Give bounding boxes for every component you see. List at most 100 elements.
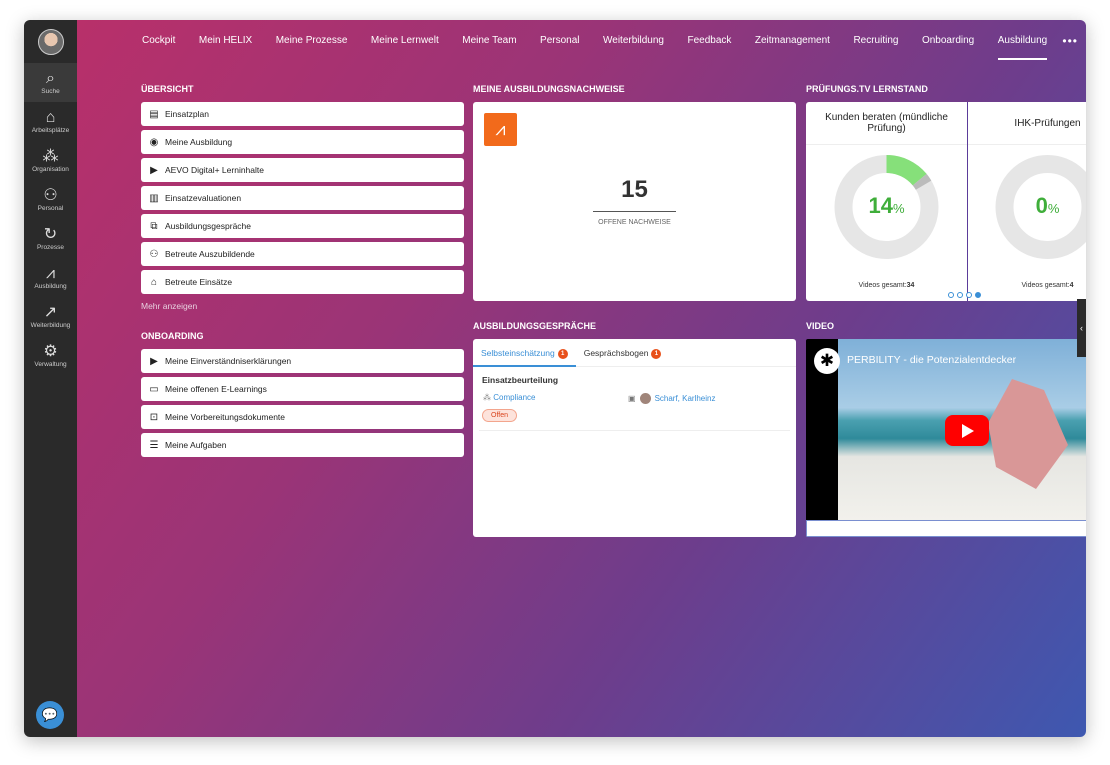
entry-person[interactable]: ▣ Scharf, Karlheinz bbox=[628, 393, 715, 404]
sidebar-item[interactable]: ⌕ Suche bbox=[24, 63, 77, 102]
list-item[interactable]: ◉ Meine Ausbildung bbox=[141, 130, 464, 154]
uebersicht-title: ÜBERSICHT bbox=[141, 84, 194, 94]
sidebar-icon: ⁂ bbox=[42, 148, 59, 165]
sidebar-item[interactable]: ⩘ Ausbildung bbox=[24, 258, 77, 297]
sidebar-icon: ⌕ bbox=[46, 70, 55, 87]
item-label: Betreute Einsätze bbox=[165, 277, 233, 287]
pager-dot[interactable] bbox=[966, 292, 972, 298]
nav-item[interactable]: Weiterbildung bbox=[603, 20, 664, 62]
list-item[interactable]: ⌂ Betreute Einsätze bbox=[141, 270, 464, 294]
org-link[interactable]: Compliance bbox=[493, 393, 535, 402]
pager-dot[interactable] bbox=[975, 292, 981, 298]
item-label: Meine Aufgaben bbox=[165, 440, 227, 450]
ausbildung-icon: ⩘ bbox=[484, 113, 517, 146]
item-label: Ausbildungsgespräche bbox=[165, 221, 252, 231]
play-button[interactable] bbox=[945, 415, 989, 446]
sidebar-icon: ⌂ bbox=[45, 109, 56, 126]
percent-value: 0% bbox=[1035, 193, 1060, 218]
lernstand-item[interactable]: Kunden beraten (mündliche Prüfung) 14% V… bbox=[806, 102, 967, 301]
nav-item[interactable]: Meine Team bbox=[462, 20, 516, 62]
sidebar-item[interactable]: ⚙ Verwaltung bbox=[24, 336, 77, 375]
item-label: Meine offenen E-Learnings bbox=[165, 384, 267, 394]
tab-selbsteinschaetzung[interactable]: Selbsteinschätzung 1 bbox=[473, 339, 576, 367]
item-icon: ☰ bbox=[149, 439, 159, 451]
sidebar-item[interactable]: ⌂ Arbeitsplätze bbox=[24, 102, 77, 141]
item-label: Betreute Auszubildende bbox=[165, 249, 255, 259]
item-label: Meine Vorbereitungsdokumente bbox=[165, 412, 286, 422]
nav-item[interactable]: Zeitmanagement bbox=[755, 20, 830, 62]
sidebar-label: Prozesse bbox=[36, 244, 65, 251]
entry-title: Einsatzbeurteilung bbox=[482, 375, 559, 385]
sidebar-icon: ⚙ bbox=[43, 343, 58, 360]
list-item[interactable]: ⧉ Ausbildungsgespräche bbox=[141, 214, 464, 238]
nachweise-count: 15 bbox=[621, 176, 648, 203]
sidebar-item[interactable]: ⁂ Organisation bbox=[24, 141, 77, 180]
list-item[interactable]: ▥ Einsatzevaluationen bbox=[141, 186, 464, 210]
sidebar-label: Weiterbildung bbox=[30, 322, 71, 329]
gespraeche-card: Selbsteinschätzung 1 Gesprächsbogen 1 Eins… bbox=[473, 339, 796, 537]
channel-logo[interactable]: ✱ bbox=[814, 348, 840, 374]
item-label: Meine Ausbildung bbox=[165, 137, 233, 147]
avatar[interactable] bbox=[37, 29, 64, 55]
more-menu-icon[interactable]: ••• bbox=[1062, 34, 1078, 48]
nav-item[interactable]: Ausbildung bbox=[997, 20, 1048, 62]
item-icon: ▥ bbox=[149, 192, 159, 204]
org-icon: ⁂ bbox=[483, 393, 491, 402]
nachweise-label: OFFENE NACHWEISE bbox=[598, 219, 671, 226]
sidebar-label: Ausbildung bbox=[34, 283, 67, 290]
chat-button[interactable]: 💬 bbox=[36, 701, 64, 729]
tab-label: Selbsteinschätzung bbox=[481, 347, 555, 358]
sidebar-icon: ↻ bbox=[43, 226, 58, 243]
nav-item[interactable]: Recruiting bbox=[853, 20, 898, 62]
nav-item[interactable]: Onboarding bbox=[922, 20, 974, 62]
list-item[interactable]: ▭ Meine offenen E-Learnings bbox=[141, 377, 464, 401]
onboarding-title: ONBOARDING bbox=[141, 331, 204, 341]
entry-org[interactable]: ⁂ Compliance bbox=[483, 393, 535, 402]
pager-dot[interactable] bbox=[957, 292, 963, 298]
nav-item[interactable]: Meine Prozesse bbox=[276, 20, 348, 62]
person-avatar bbox=[639, 393, 651, 404]
status-badge: Offen bbox=[482, 409, 517, 422]
mehr-anzeigen-link[interactable]: Mehr anzeigen bbox=[141, 301, 197, 311]
sidebar-label: Suche bbox=[41, 88, 60, 95]
list-item[interactable]: ⚇ Betreute Auszubildende bbox=[141, 242, 464, 266]
list-item[interactable]: ▤ Einsatzplan bbox=[141, 102, 464, 126]
pager-dot[interactable] bbox=[948, 292, 954, 298]
item-icon: ⧉ bbox=[150, 220, 158, 232]
list-item[interactable]: ▶ Meine Einverständniserklärungen bbox=[141, 349, 464, 373]
collapse-panel-chevron-icon[interactable]: ‹ bbox=[1077, 299, 1086, 357]
item-icon: ◉ bbox=[149, 136, 159, 148]
list-item[interactable]: ▶ AEVO Digital+ Lerninhalte bbox=[141, 158, 464, 182]
list-item[interactable]: ⊡ Meine Vorbereitungsdokumente bbox=[141, 405, 464, 429]
nav-item[interactable]: Mein HELIX bbox=[199, 20, 252, 62]
lernstand-item-title: Kunden beraten (mündliche Prüfung) bbox=[806, 102, 967, 145]
item-icon: ▶ bbox=[150, 164, 158, 176]
nachweise-title: MEINE AUSBILDUNGSNACHWEISE bbox=[473, 84, 625, 94]
sidebar-item[interactable]: ⚇ Personal bbox=[24, 180, 77, 219]
nav-item[interactable]: Personal bbox=[540, 20, 579, 62]
video-player[interactable]: ✱ PERBILITY - die Potenzialentdecker ⋮ bbox=[806, 339, 1086, 537]
nav-item[interactable]: Meine Lernwelt bbox=[371, 20, 439, 62]
list-item[interactable]: ☰ Meine Aufgaben bbox=[141, 433, 464, 457]
sidebar-label: Verwaltung bbox=[34, 361, 67, 368]
nav-item[interactable]: Cockpit bbox=[142, 20, 175, 62]
lernstand-card: Kunden beraten (mündliche Prüfung) 14% V… bbox=[806, 102, 1086, 301]
tab-gespraechsbogen[interactable]: Gesprächsbogen 1 bbox=[576, 339, 670, 367]
sidebar-label: Organisation bbox=[32, 166, 69, 173]
sidebar-label: Arbeitsplätze bbox=[31, 127, 70, 134]
nav-item[interactable]: Feedback bbox=[687, 20, 731, 62]
sidebar-item[interactable]: ↻ Prozesse bbox=[24, 219, 77, 258]
gespraeche-title: AUSBILDUNGSGESPRÄCHE bbox=[473, 321, 597, 331]
item-label: Einsatzplan bbox=[165, 109, 209, 119]
sidebar-item[interactable]: ↗ Weiterbildung bbox=[24, 297, 77, 336]
video-title-text: PERBILITY - die Potenzialentdecker bbox=[847, 354, 1017, 366]
item-icon: ⌂ bbox=[150, 276, 158, 288]
lernstand-item[interactable]: IHK-Prüfungen 0% Videos gesamt:4 bbox=[967, 102, 1086, 301]
item-icon: ▤ bbox=[149, 108, 159, 120]
sidebar: ⌕ Suche ⌂ Arbeitsplätze ⁂ Organisation ⚇ Person… bbox=[24, 20, 77, 737]
item-label: Einsatzevaluationen bbox=[165, 193, 242, 203]
sidebar-label: Personal bbox=[37, 205, 64, 212]
item-icon: ⚇ bbox=[149, 248, 159, 260]
nachweise-card[interactable]: ⩘ 15 OFFENE NACHWEISE bbox=[473, 102, 796, 301]
person-link[interactable]: Scharf, Karlheinz bbox=[655, 394, 716, 403]
